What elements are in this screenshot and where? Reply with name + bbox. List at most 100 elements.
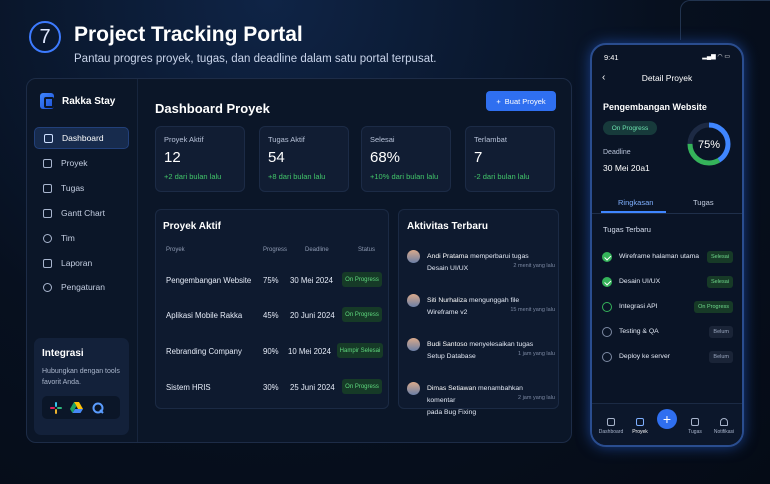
stat-card-active-tasks[interactable]: Tugas Aktif 54 +8 dari bulan lalu: [259, 126, 349, 192]
sidebar-item-label: Tim: [61, 233, 75, 243]
checklist-icon: [43, 183, 52, 193]
background-frame: [680, 0, 770, 40]
circle-icon[interactable]: [602, 327, 612, 337]
status-badge: On Progress: [342, 307, 382, 322]
create-project-button[interactable]: + Buat Proyek: [486, 91, 556, 111]
table-row[interactable]: Sistem HRIS 30% 25 Juni 2024 On Progress: [156, 371, 388, 405]
activity-target: Setup Database: [427, 353, 476, 360]
dashboard-title: Dashboard Proyek: [155, 101, 270, 116]
progress-ring-label: 75%: [698, 139, 720, 151]
table-row[interactable]: Pengembangan Website 75% 30 Mei 2024 On Pro…: [156, 264, 388, 298]
phone-bottom-nav: Dashboard Proyek + Tugas Notifikasi: [592, 403, 742, 445]
nav-proyek[interactable]: Proyek: [626, 418, 654, 435]
activity-item[interactable]: Siti Nurhaliza mengunggah file Wireframe …: [407, 294, 555, 334]
stat-card-completed[interactable]: Selesai 68% +10% dari bulan lalu: [361, 126, 451, 192]
stat-label: Tugas Aktif: [268, 135, 305, 144]
stat-value: 12: [164, 149, 181, 166]
check-icon[interactable]: [602, 252, 612, 262]
activity-title: Aktivitas Terbaru: [407, 221, 488, 232]
add-fab-button[interactable]: +: [657, 409, 677, 429]
avatar: [407, 250, 420, 263]
nav-label: Dashboard: [598, 429, 624, 435]
project-deadline: 30 Mei 2024: [290, 276, 333, 285]
task-badge: Selesai: [706, 276, 733, 288]
activity-time: 2 menit yang lalu: [513, 263, 555, 269]
project-progress: 45%: [263, 311, 279, 320]
slack-icon[interactable]: [49, 401, 62, 414]
project-progress: 90%: [263, 347, 279, 356]
home-icon: [607, 418, 615, 426]
nav-dashboard[interactable]: Dashboard: [597, 418, 625, 435]
stat-delta: +2 dari bulan lalu: [164, 172, 222, 181]
sidebar-item-label: Tugas: [61, 183, 85, 193]
activity-time: 15 menit yang lalu: [510, 307, 555, 313]
sidebar-item-tim[interactable]: Tim: [34, 227, 129, 249]
activity-target: Desain UI/UX: [427, 265, 469, 272]
deadline-label: Deadline: [603, 149, 631, 156]
plus-icon: +: [496, 96, 501, 106]
status-bar-icons: ▂▄▆ ◠ ▭: [702, 54, 730, 60]
activity-item[interactable]: Dimas Setiawan menambahkan komentar pada …: [407, 382, 555, 422]
activity-time: 1 jam yang lalu: [518, 351, 555, 357]
task-item[interactable]: Wireframe halaman utama Selesai: [602, 248, 733, 268]
avatar: [407, 338, 420, 351]
stat-label: Proyek Aktif: [164, 135, 204, 144]
integration-apps: [42, 396, 120, 419]
sidebar-item-label: Pengaturan: [61, 282, 105, 292]
activity-user: Andi Pratama: [427, 253, 469, 260]
tab-ringkasan[interactable]: Ringkasan: [618, 198, 653, 207]
settings-icon: [43, 282, 52, 292]
tab-tugas[interactable]: Tugas: [693, 198, 714, 207]
task-item[interactable]: Desain UI/UX Selesai: [602, 273, 733, 293]
project-deadline: 10 Mei 2024: [288, 347, 331, 356]
sidebar-item-proyek[interactable]: Proyek: [34, 152, 129, 174]
task-label: Deploy ke server: [619, 353, 670, 360]
plus-icon: +: [662, 411, 672, 427]
sidebar-item-tugas[interactable]: Tugas: [34, 177, 129, 199]
integration-text: Hubungkan dengan tools favorit Anda.: [42, 368, 120, 386]
stat-card-active-projects[interactable]: Proyek Aktif 12 +2 dari bulan lalu: [155, 126, 245, 192]
active-projects-table: Proyek Aktif Proyek Progress Deadline St…: [155, 209, 389, 409]
sidebar-item-pengaturan[interactable]: Pengaturan: [34, 276, 129, 298]
task-item[interactable]: Integrasi API On Progress: [602, 298, 733, 318]
task-item[interactable]: Deploy ke server Belum: [602, 348, 733, 368]
status-badge: On Progress: [342, 272, 382, 287]
projects-title: Proyek Aktif: [163, 221, 221, 232]
sidebar-item-gantt-chart[interactable]: Gantt Chart: [34, 202, 129, 224]
task-badge: Selesai: [706, 251, 733, 263]
activity-item[interactable]: Budi Santoso menyelesaikan tugas Setup Da…: [407, 338, 555, 378]
sidebar-item-laporan[interactable]: Laporan: [34, 252, 129, 274]
activity-action: menyelesaikan tugas: [469, 341, 534, 348]
phone-status-badge: On Progress: [603, 121, 657, 135]
stat-delta: +8 dari bulan lalu: [268, 172, 326, 181]
drive-icon[interactable]: [70, 401, 83, 414]
activity-time: 2 jam yang lalu: [518, 395, 555, 401]
table-row[interactable]: Aplikasi Mobile Rakka 45% 20 Juni 2024 On P…: [156, 299, 388, 333]
q-app-icon[interactable]: [91, 401, 104, 414]
status-badge: Hampir Selesai: [337, 343, 383, 358]
circle-icon[interactable]: [602, 352, 612, 362]
back-arrow-icon[interactable]: ‹: [602, 72, 605, 83]
nav-tugas[interactable]: Tugas: [681, 418, 709, 435]
task-item[interactable]: Testing & QA Belum: [602, 323, 733, 343]
stat-label: Terlambat: [474, 135, 507, 144]
column-header-deadline: Deadline: [305, 247, 329, 253]
check-icon[interactable]: [602, 277, 612, 287]
circle-icon[interactable]: [602, 302, 612, 312]
sidebar-item-label: Gantt Chart: [61, 208, 105, 218]
project-name: Sistem HRIS: [166, 383, 211, 392]
task-badge: On Progress: [694, 301, 733, 313]
create-project-label: Buat Proyek: [504, 96, 546, 106]
brand[interactable]: Rakka Stay: [40, 93, 115, 109]
activity-item[interactable]: Andi Pratama memperbarui tugas Desain UI/…: [407, 250, 555, 290]
step-number: 7: [29, 21, 61, 53]
task-label: Wireframe halaman utama: [619, 253, 700, 260]
nav-notifikasi[interactable]: Notifikasi: [710, 418, 738, 435]
stat-card-late[interactable]: Terlambat 7 -2 dari bulan lalu: [465, 126, 555, 192]
mobile-phone: 9:41 ▂▄▆ ◠ ▭ Detail Proyek ‹ Pengembanga…: [590, 43, 744, 447]
sidebar-item-dashboard[interactable]: Dashboard: [34, 127, 129, 149]
folder-icon: [43, 158, 52, 168]
activity-target: Wireframe v2: [427, 309, 468, 316]
table-row[interactable]: Rebranding Company 90% 10 Mei 2024 Hampir S…: [156, 335, 388, 369]
sidebar-item-label: Proyek: [61, 158, 88, 168]
